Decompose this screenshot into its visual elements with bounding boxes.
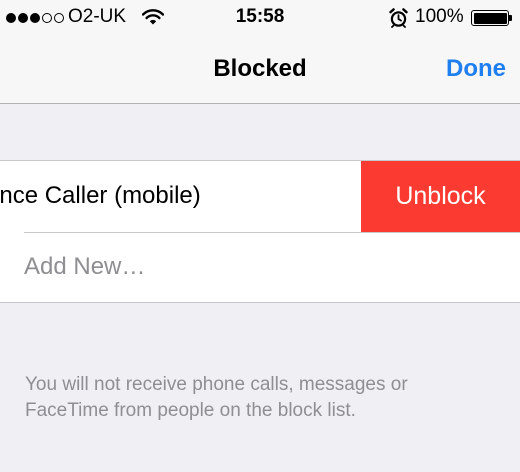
blocked-contact-row[interactable]: Nuisance Caller (mobile) Unblock <box>0 161 520 232</box>
alarm-clock-icon <box>389 8 408 33</box>
battery-icon <box>471 10 509 26</box>
battery-tip <box>509 15 512 21</box>
add-new-row[interactable]: Add New… <box>0 233 520 302</box>
add-new-label: Add New… <box>24 253 146 280</box>
navigation-bar: Blocked Done <box>0 36 520 104</box>
block-list-footer-note: You will not receive phone calls, messag… <box>25 374 408 421</box>
done-button[interactable]: Done <box>446 55 506 83</box>
blocked-contact-name: Nuisance Caller (mobile) <box>0 182 201 209</box>
battery-percentage: 100% <box>415 6 464 27</box>
blocked-contacts-list: Nuisance Caller (mobile) Unblock Add New… <box>0 160 520 303</box>
battery-level-fill <box>473 12 507 24</box>
unblock-button[interactable]: Unblock <box>361 161 520 232</box>
status-bar: O2-UK 15:58 100% <box>0 0 520 36</box>
page-title: Blocked <box>213 55 307 82</box>
